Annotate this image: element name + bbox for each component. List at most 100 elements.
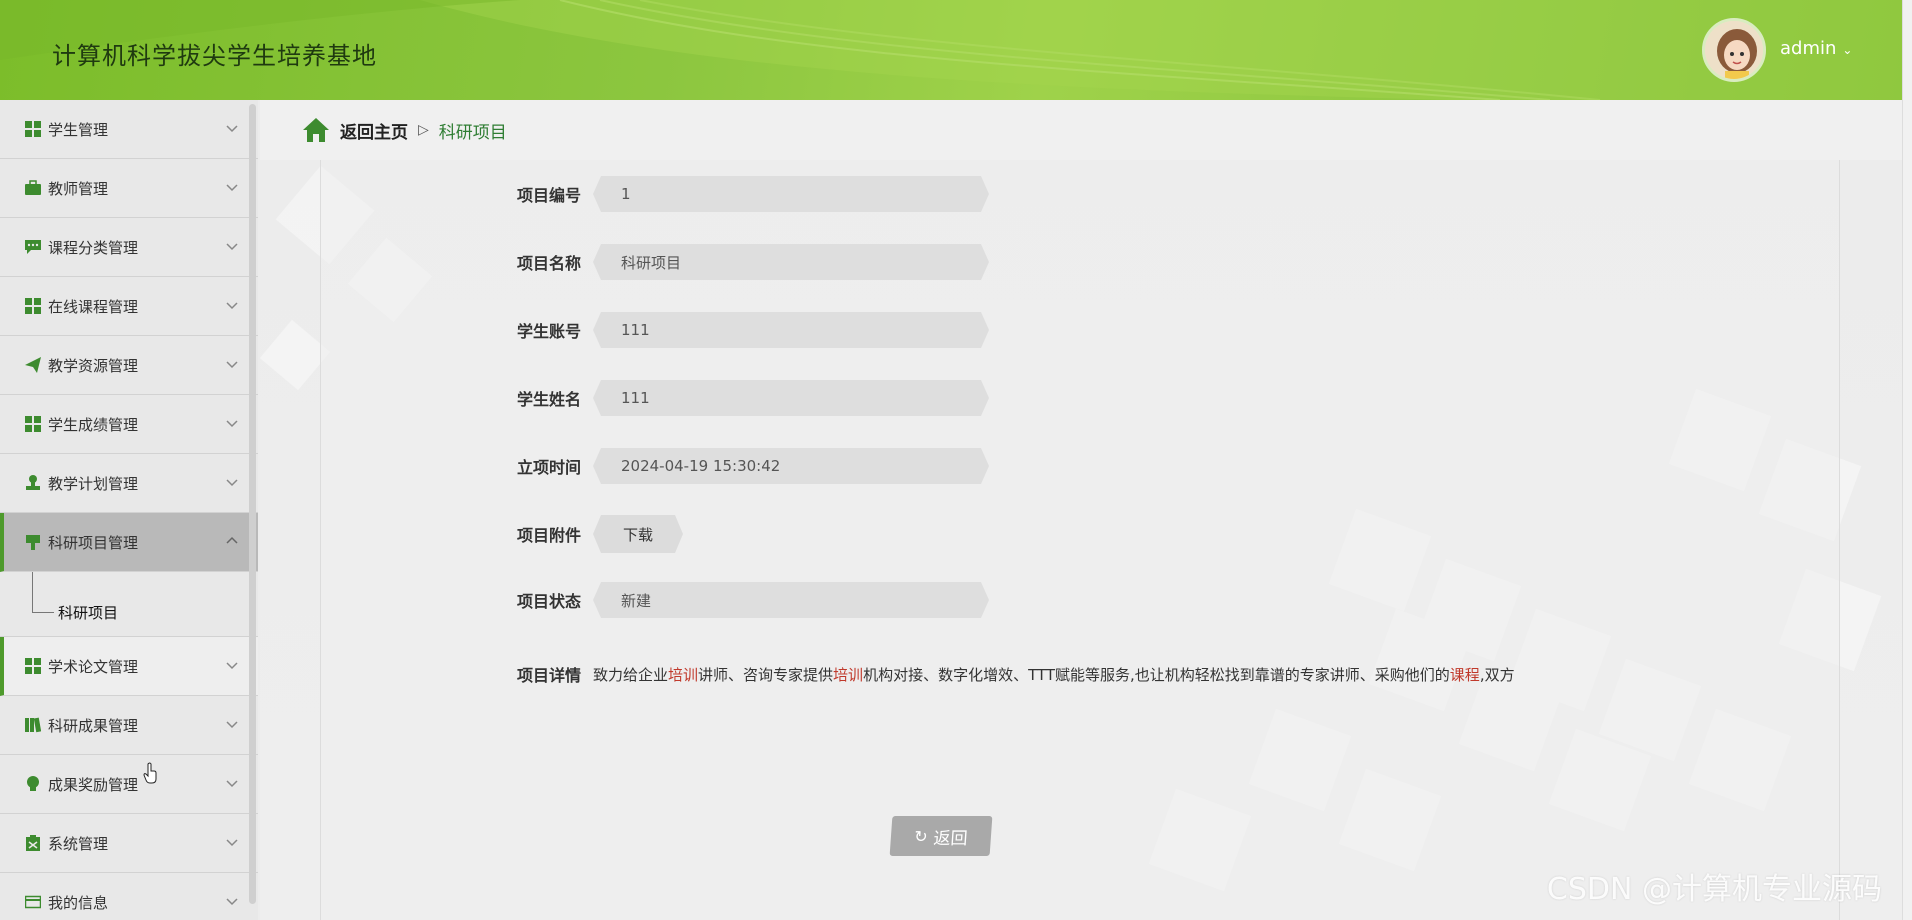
status-field: 新建 xyxy=(593,582,989,618)
sidebar-item-label: 成果奖励管理 xyxy=(48,775,139,794)
field-label: 项目编号 xyxy=(516,186,581,205)
field-row-detail: 项目详情 致力给企业培训讲师、咨询专家提供培训机构对接、数字化增效、TTT赋能等… xyxy=(511,656,1515,692)
chevron-down-icon xyxy=(226,839,238,847)
project-id-field: 1 xyxy=(593,176,989,212)
chevron-down-icon xyxy=(226,420,238,428)
detail-keyword-link[interactable]: 课程 xyxy=(1450,666,1480,684)
grid-icon xyxy=(24,657,42,675)
sidebar-item-course-category[interactable]: 课程分类管理 xyxy=(0,218,258,277)
sidebar-item-teaching-plan[interactable]: 教学计划管理 xyxy=(0,454,258,513)
breadcrumb-separator: ▷ xyxy=(418,122,429,138)
field-label: 项目附件 xyxy=(516,526,581,545)
student-account-field: 111 xyxy=(593,312,989,348)
field-row-student-account: 学生账号 111 xyxy=(511,312,989,348)
grid-icon xyxy=(24,297,42,315)
sidebar-item-label: 教学计划管理 xyxy=(48,474,139,493)
tree-line xyxy=(32,572,33,612)
detail-keyword-link[interactable]: 培训 xyxy=(833,666,863,684)
avatar[interactable] xyxy=(1702,18,1766,82)
project-detail-text: 致力给企业培训讲师、咨询专家提供培训机构对接、数字化增效、TTT赋能等服务,也让… xyxy=(593,664,1515,685)
chevron-down-icon xyxy=(226,662,238,670)
sidebar-item-teacher[interactable]: 教师管理 xyxy=(0,159,258,218)
main-content: 返回主页 ▷ 科研项目 项目编号 1 项目名称 科研项目 学生账号 111 学生… xyxy=(260,100,1902,920)
grid-icon xyxy=(24,120,42,138)
card-icon xyxy=(24,893,42,911)
chevron-down-icon xyxy=(226,302,238,310)
detail-text-part: 致力给企业 xyxy=(593,665,669,684)
sidebar-item-student[interactable]: 学生管理 xyxy=(0,100,258,159)
field-row-project-id: 项目编号 1 xyxy=(511,176,989,212)
chevron-down-icon xyxy=(226,361,238,369)
field-label: 项目名称 xyxy=(516,254,581,273)
field-label: 学生姓名 xyxy=(516,390,581,409)
sidebar-scrollbar[interactable] xyxy=(249,104,256,904)
brush-icon xyxy=(24,533,42,551)
chevron-down-icon xyxy=(226,780,238,788)
page-scrollbar[interactable] xyxy=(1902,0,1912,920)
student-name-field: 111 xyxy=(593,380,989,416)
username-label: admin xyxy=(1780,38,1837,59)
sidebar-item-teaching-resources[interactable]: 教学资源管理 xyxy=(0,336,258,395)
field-label: 项目详情 xyxy=(516,666,581,685)
book-icon xyxy=(24,716,42,734)
field-row-attachment: 项目附件 下载 xyxy=(511,516,683,552)
sidebar: 学生管理 教师管理 课程分类管理 在线课程管理 教学资源管理 学生成绩管理 教学… xyxy=(0,100,258,920)
chevron-down-icon xyxy=(226,243,238,251)
chevron-down-icon: ⌄ xyxy=(1842,43,1853,57)
sidebar-item-research-results[interactable]: 科研成果管理 xyxy=(0,696,258,755)
breadcrumb-current: 科研项目 xyxy=(438,122,507,143)
sidebar-item-label: 在线课程管理 xyxy=(48,297,139,316)
sidebar-item-label: 教师管理 xyxy=(48,179,109,198)
home-link[interactable]: 返回主页 xyxy=(340,118,408,143)
sidebar-item-online-course[interactable]: 在线课程管理 xyxy=(0,277,258,336)
field-label: 立项时间 xyxy=(516,458,581,477)
chat-icon xyxy=(24,238,42,256)
sidebar-item-research-project[interactable]: 科研项目管理 xyxy=(0,513,258,572)
download-button[interactable]: 下载 xyxy=(593,515,683,553)
detail-text-part: 机构对接、数字化增效、TTT赋能等服务,也让机构轻松找到靠谱的专家讲师、采购他们… xyxy=(863,665,1450,684)
send-icon xyxy=(24,356,42,374)
detail-text-part: ,双方 xyxy=(1479,665,1515,684)
sidebar-subitem-label: 科研项目 xyxy=(58,604,119,622)
sidebar-item-label: 教学资源管理 xyxy=(48,356,139,375)
stamp-icon xyxy=(24,474,42,492)
field-label: 项目状态 xyxy=(516,592,581,611)
sidebar-item-label: 科研成果管理 xyxy=(48,716,139,735)
back-button-label: 返回 xyxy=(932,828,969,849)
sidebar-item-system[interactable]: 系统管理 xyxy=(0,814,258,873)
sidebar-item-grades[interactable]: 学生成绩管理 xyxy=(0,395,258,454)
sidebar-item-papers[interactable]: 学术论文管理 xyxy=(0,637,258,696)
sidebar-subitem-research-project[interactable]: 科研项目 xyxy=(0,572,258,637)
sidebar-item-label: 我的信息 xyxy=(48,893,109,912)
refresh-icon: ↻ xyxy=(913,826,929,846)
breadcrumb: 返回主页 ▷ 科研项目 xyxy=(260,100,1902,160)
field-label: 学生账号 xyxy=(516,322,581,341)
chevron-down-icon xyxy=(226,184,238,192)
sidebar-item-label: 科研项目管理 xyxy=(48,533,139,552)
project-name-field: 科研项目 xyxy=(593,244,989,280)
sidebar-item-label: 学生管理 xyxy=(48,120,109,139)
start-time-field: 2024-04-19 15:30:42 xyxy=(593,448,989,484)
detail-card: 项目编号 1 项目名称 科研项目 学生账号 111 学生姓名 111 立项时间 … xyxy=(320,160,1840,920)
field-row-project-name: 项目名称 科研项目 xyxy=(511,244,989,280)
chevron-down-icon xyxy=(226,479,238,487)
sidebar-item-my-info[interactable]: 我的信息 xyxy=(0,873,258,920)
user-menu[interactable]: admin ⌄ xyxy=(1780,38,1852,59)
chevron-down-icon xyxy=(226,125,238,133)
sidebar-item-label: 系统管理 xyxy=(48,834,109,853)
detail-keyword-link[interactable]: 培训 xyxy=(668,666,698,684)
chevron-down-icon xyxy=(226,721,238,729)
detail-text-part: 讲师、咨询专家提供 xyxy=(698,665,834,684)
home-icon[interactable] xyxy=(302,117,330,143)
field-row-start-time: 立项时间 2024-04-19 15:30:42 xyxy=(511,448,989,484)
site-title: 计算机科学拔尖学生培养基地 xyxy=(52,42,377,70)
sidebar-item-awards[interactable]: 成果奖励管理 xyxy=(0,755,258,814)
sidebar-item-label: 课程分类管理 xyxy=(48,238,139,257)
field-row-student-name: 学生姓名 111 xyxy=(511,380,989,416)
mouse-cursor-icon xyxy=(143,762,157,784)
bulb-icon xyxy=(24,775,42,793)
sidebar-item-label: 学生成绩管理 xyxy=(48,415,139,434)
top-header: 计算机科学拔尖学生培养基地 admin ⌄ xyxy=(0,0,1902,100)
back-button[interactable]: ↻ 返回 xyxy=(889,816,993,856)
sidebar-item-label: 学术论文管理 xyxy=(48,657,139,676)
